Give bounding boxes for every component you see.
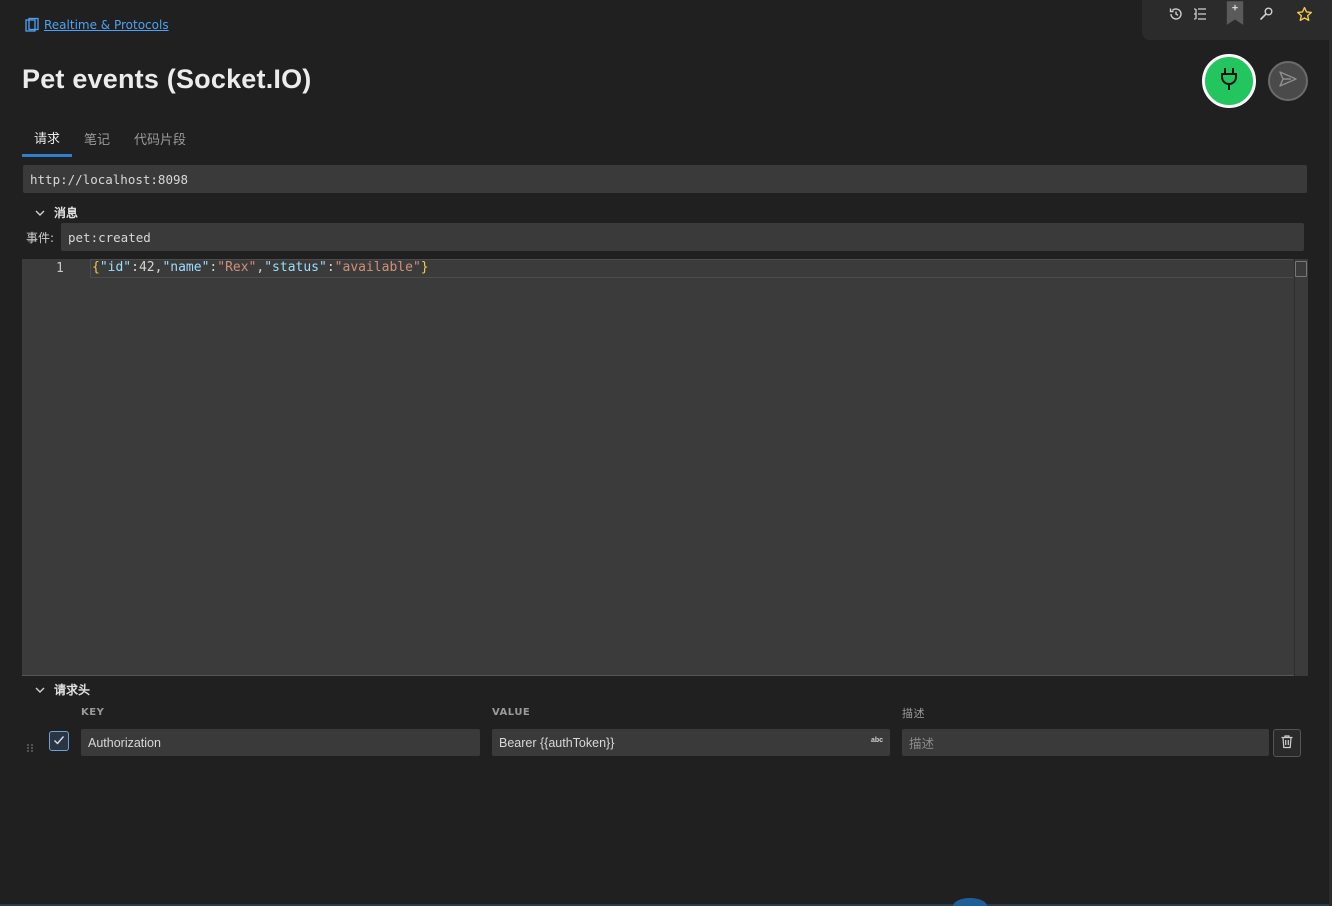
tab-request[interactable]: 请求 (22, 124, 73, 157)
history-icon[interactable] (1166, 4, 1186, 24)
send-button[interactable] (1268, 61, 1308, 101)
breadcrumb-link[interactable]: Realtime & Protocols (44, 18, 169, 32)
delete-header-button[interactable] (1273, 729, 1301, 757)
plug-icon (1218, 66, 1240, 96)
page-title: Pet events (Socket.IO) (22, 64, 312, 94)
url-value: http://localhost:8098 (30, 171, 189, 187)
header-value-value: Bearer {{authToken}} (499, 735, 615, 750)
code-token: "status" (264, 260, 327, 275)
value-type-badge[interactable]: abc (871, 737, 883, 744)
resize-handle[interactable] (953, 898, 987, 906)
code-token: "Rex" (217, 260, 257, 275)
header-value-input[interactable]: Bearer {{authToken}} abc (492, 729, 890, 756)
headers-section-toggle[interactable]: 请求头 (34, 681, 90, 698)
checkmark-icon (52, 732, 66, 751)
code-token: { (92, 260, 100, 275)
event-row: 事件: pet:created (26, 223, 1306, 251)
editor-scrollbar[interactable] (1294, 259, 1308, 676)
code-token: : (131, 260, 139, 275)
code-token: "name" (162, 260, 210, 275)
header-row: Authorization Bearer {{authToken}} abc 描… (26, 729, 1306, 757)
event-name-value: pet:created (68, 229, 151, 245)
tab-bar: 请求 笔记 代码片段 (22, 124, 198, 157)
header-description-input[interactable]: 描述 (902, 729, 1269, 756)
header-key-input[interactable]: Authorization (81, 729, 480, 756)
list-outline-icon[interactable] (1190, 4, 1210, 24)
url-input[interactable]: http://localhost:8098 (23, 165, 1307, 193)
top-toolbar (1142, 0, 1332, 40)
chevron-down-icon (34, 207, 46, 219)
message-section-label: 消息 (54, 206, 79, 220)
column-header-key: KEY (81, 707, 105, 718)
bookmark-add-icon[interactable] (1225, 0, 1245, 28)
column-header-value: VALUE (492, 707, 531, 718)
column-header-description: 描述 (902, 707, 925, 720)
wrench-icon[interactable] (1256, 4, 1276, 24)
line-number: 1 (56, 261, 64, 276)
tab-notes[interactable]: 笔记 (72, 124, 122, 157)
code-line: {"id":42,"name":"Rex","status":"availabl… (92, 260, 429, 275)
event-name-input[interactable]: pet:created (61, 223, 1304, 251)
chevron-down-icon (34, 684, 46, 696)
headers-section-label: 请求头 (54, 683, 91, 697)
code-token: "id" (99, 260, 132, 275)
header-key-value: Authorization (88, 735, 161, 750)
message-section-toggle[interactable]: 消息 (34, 204, 78, 221)
code-token: } (420, 260, 429, 275)
event-label: 事件: (26, 230, 55, 245)
tab-snippets[interactable]: 代码片段 (122, 124, 198, 157)
star-icon[interactable] (1294, 4, 1314, 24)
code-token: "available" (334, 260, 421, 275)
drag-handle-icon[interactable] (26, 738, 34, 752)
connect-button[interactable] (1202, 54, 1256, 108)
code-token: 42 (138, 260, 155, 275)
message-body-editor[interactable]: 1 {"id":42,"name":"Rex","status":"availa… (22, 259, 1308, 676)
editor-scroll-thumb[interactable] (1295, 261, 1307, 277)
code-token: : (326, 260, 335, 275)
send-icon (1278, 69, 1298, 93)
collection-icon (24, 17, 40, 33)
trash-icon (1280, 734, 1294, 753)
header-description-placeholder: 描述 (909, 737, 935, 751)
header-enabled-checkbox[interactable] (49, 731, 69, 751)
breadcrumb: Realtime & Protocols (24, 17, 169, 33)
